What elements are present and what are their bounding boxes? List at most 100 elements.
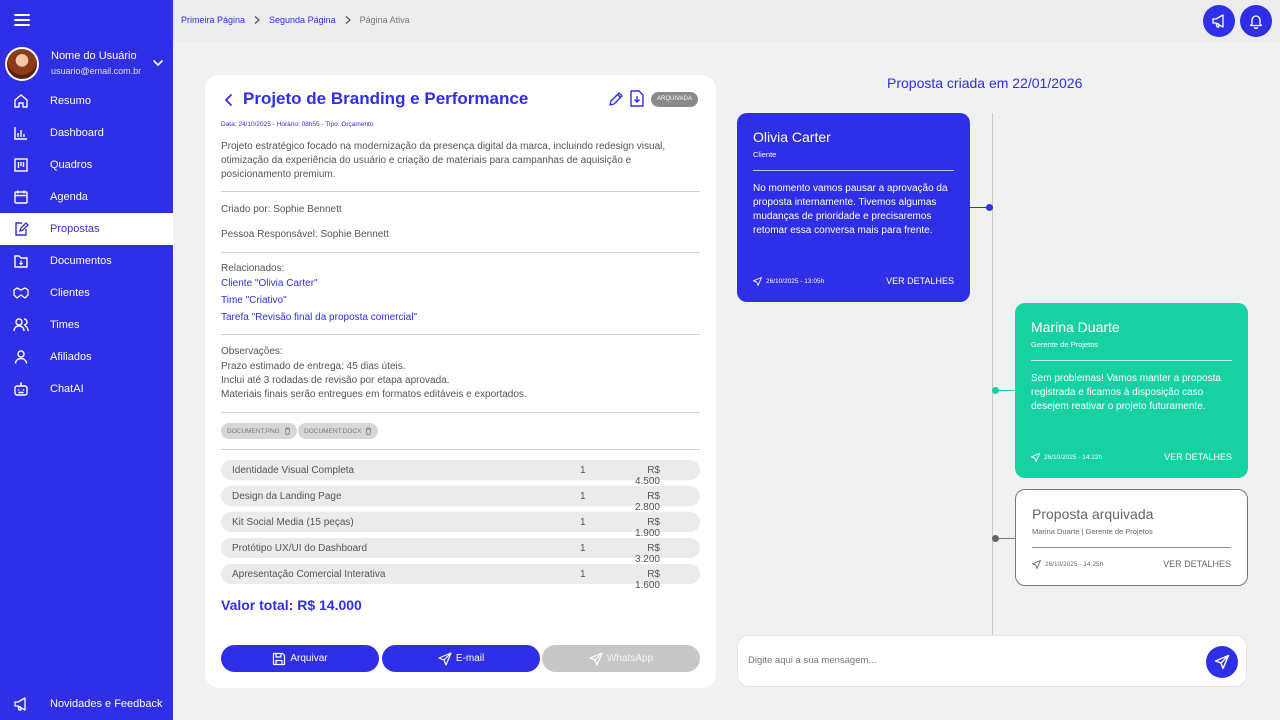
message-footer: 26/10/2025 - 14:22h VER DETALHES — [1031, 452, 1232, 464]
chevron-right-icon — [345, 16, 351, 24]
notifications-button[interactable] — [1240, 5, 1272, 37]
sidebar-item-label: Afiliados — [50, 351, 92, 363]
archive-button[interactable]: Arquivar — [221, 645, 379, 672]
trash-icon[interactable] — [365, 427, 372, 435]
related-link[interactable]: Tarefa "Revisão final da proposta comerc… — [221, 312, 417, 323]
sidebar-item-propostas[interactable]: Propostas — [0, 213, 173, 245]
sidebar-nav: Resumo Dashboard Quadros Agenda Proposta… — [0, 85, 173, 405]
breadcrumb-item[interactable]: Segunda Página — [269, 15, 336, 25]
sidebar-item-label: Quadros — [50, 159, 93, 171]
attachment-chip[interactable]: DOCUMENT.DOCX — [298, 423, 379, 439]
page-title: Projeto de Branding e Performance — [243, 89, 529, 108]
message-text: No momento vamos pausar a aprovação da p… — [753, 183, 948, 236]
observation-line: Inclui até 3 rodadas de revisão por etap… — [221, 375, 450, 386]
announcements-button[interactable] — [1203, 5, 1235, 37]
sidebar-item-resumo[interactable]: Resumo — [0, 85, 173, 117]
email-button[interactable]: E-mail — [382, 645, 540, 672]
message-input[interactable] — [748, 655, 1188, 666]
responsible: Pessoa Responsável: Sophie Bennett — [221, 229, 389, 240]
item-qty: 1 — [580, 569, 586, 580]
whatsapp-label: WhatsApp — [606, 653, 654, 664]
users-icon — [13, 318, 29, 332]
send-message-button[interactable] — [1206, 646, 1238, 678]
event-title: Proposta arquivada — [1032, 506, 1154, 522]
item-name: Kit Social Media (15 peças) — [232, 517, 354, 528]
sidebar-item-label: Times — [50, 319, 80, 331]
user-icon — [14, 350, 28, 364]
send-icon — [438, 651, 452, 666]
status-badge: ARQUIVADA — [651, 92, 698, 107]
created-by: Criado por: Sophie Bennett — [221, 204, 342, 215]
chevron-left-icon[interactable] — [221, 92, 237, 108]
whatsapp-button[interactable]: WhatsApp — [542, 645, 700, 672]
avatar — [5, 47, 39, 81]
sidebar-item-label: Documentos — [50, 255, 112, 267]
chevron-down-icon[interactable] — [151, 56, 165, 70]
timeline-message-card: Olivia Carter Cliente No momento vamos p… — [737, 113, 970, 302]
proposal-header: Projeto de Branding e Performance ARQUIV… — [221, 89, 701, 111]
sender-name: Marina Duarte — [1031, 319, 1120, 335]
attachment-name: DOCUMENT.DOCX — [304, 427, 362, 435]
related-label: Relacionados: — [221, 263, 285, 274]
topbar: Primeira Página Segunda Página Página At… — [173, 0, 1280, 42]
view-details-link[interactable]: VER DETALHES — [886, 276, 954, 286]
attachment-chip[interactable]: DOCUMENT.PNG — [221, 423, 297, 439]
item-price: R$ 4.500 — [634, 465, 660, 487]
folder-icon — [14, 255, 28, 268]
sidebar-item-label: Propostas — [50, 223, 100, 235]
divider — [221, 334, 700, 335]
pencil-icon[interactable] — [608, 91, 624, 107]
sidebar-item-afiliados[interactable]: Afiliados — [0, 341, 173, 373]
responsible-value: Sophie Bennett — [320, 229, 389, 240]
send-icon — [589, 651, 603, 666]
message-footer: 26/10/2025 - 13:05h VER DETALHES — [753, 276, 954, 288]
proposal-description: Projeto estratégico focado na modernizaç… — [221, 141, 666, 180]
message-composer — [737, 635, 1247, 687]
sidebar-item-dashboard[interactable]: Dashboard — [0, 117, 173, 149]
created-by-value: Sophie Bennett — [273, 204, 342, 215]
sidebar-item-label: Novidades e Feedback — [50, 698, 163, 710]
view-details-link[interactable]: VER DETALHES — [1164, 452, 1232, 462]
table-row: Kit Social Media (15 peças) 1 R$ 1.900 — [221, 512, 700, 539]
sidebar-item-label: Resumo — [50, 95, 91, 107]
proposal-meta: Data: 24/10/2025 - Horário: 08h55 - Tipo… — [221, 121, 374, 128]
kanban-icon — [14, 158, 28, 172]
related-link[interactable]: Time "Criativo" — [221, 295, 287, 306]
sidebar-item-quadros[interactable]: Quadros — [0, 149, 173, 181]
trash-icon[interactable] — [284, 427, 291, 435]
attachment-name: DOCUMENT.PNG — [227, 427, 280, 435]
total-value: Valor total: R$ 14.000 — [221, 597, 362, 613]
sender-role: Gerente de Projetos — [1031, 340, 1099, 349]
sidebar-item-feedback[interactable]: Novidades e Feedback — [0, 688, 173, 720]
item-qty: 1 — [580, 491, 586, 502]
robot-icon — [14, 382, 28, 396]
sidebar-item-chatai[interactable]: ChatAI — [0, 373, 173, 405]
timeline-heading: Proposta criada em 22/01/2026 — [887, 75, 1083, 91]
breadcrumb-item[interactable]: Primeira Página — [181, 15, 245, 25]
divider — [221, 252, 700, 253]
sidebar-item-label: ChatAI — [50, 383, 84, 395]
menu-icon[interactable] — [14, 14, 30, 28]
download-document-icon[interactable] — [630, 90, 644, 107]
view-details-link[interactable]: VER DETALHES — [1163, 559, 1231, 569]
table-row: Protótipo UX/UI do Dashboard 1 R$ 3.200 — [221, 538, 700, 565]
sidebar-item-documentos[interactable]: Documentos — [0, 245, 173, 277]
divider — [753, 170, 954, 171]
user-profile[interactable]: Nome do Usuário usuario@email.com.br — [5, 47, 170, 81]
observation-line: Prazo estimado de entrega: 45 dias úteis… — [221, 361, 406, 372]
divider — [1032, 547, 1231, 548]
event-subtitle: Marina Duarte | Gerente de Projetos — [1032, 527, 1153, 536]
user-name: Nome do Usuário — [51, 50, 137, 62]
sidebar-item-times[interactable]: Times — [0, 309, 173, 341]
item-price: R$ 2.800 — [634, 491, 660, 513]
related-link[interactable]: Cliente "Olivia Carter" — [221, 278, 318, 289]
email-label: E-mail — [455, 653, 485, 664]
item-price: R$ 3.200 — [634, 543, 660, 565]
megaphone-icon — [1212, 14, 1224, 28]
timeline-dot — [992, 535, 999, 542]
sidebar-item-clientes[interactable]: Clientes — [0, 277, 173, 309]
sidebar-item-label: Dashboard — [50, 127, 104, 139]
send-icon — [1032, 560, 1041, 569]
sidebar-item-agenda[interactable]: Agenda — [0, 181, 173, 213]
message-time: 26/10/2025 - 14:25h — [1045, 561, 1104, 568]
